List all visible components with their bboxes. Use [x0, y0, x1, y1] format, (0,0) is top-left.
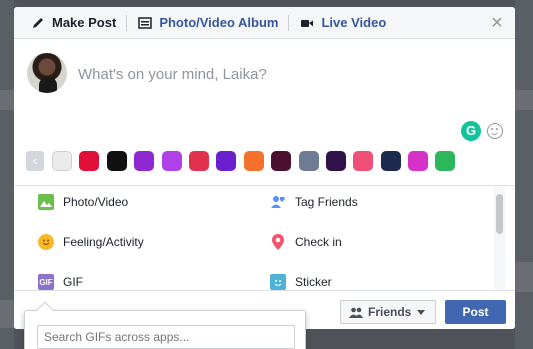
avatar	[27, 53, 67, 93]
tab-divider	[288, 14, 290, 31]
audience-selector-button[interactable]: Friends	[340, 300, 436, 324]
gif-search-popover	[24, 301, 306, 349]
option-tag-friends[interactable]: Tag Friends	[270, 194, 358, 210]
background-swatch[interactable]	[134, 151, 155, 171]
option-label: Photo/Video	[63, 195, 129, 209]
background-swatches: ‹	[26, 151, 463, 171]
chevron-down-icon	[417, 309, 426, 315]
option-label: GIF	[63, 275, 83, 289]
background-swatch[interactable]	[353, 151, 374, 171]
tab-label: Live Video	[321, 15, 387, 30]
tab-label: Make Post	[52, 15, 117, 30]
pencil-icon	[30, 15, 46, 31]
option-label: Sticker	[295, 275, 332, 289]
background-block	[0, 300, 14, 328]
compose-area[interactable]: What's on your mind, Laika?	[14, 39, 515, 149]
option-label: Feeling/Activity	[63, 235, 144, 249]
background-swatch[interactable]	[216, 151, 237, 171]
status-input[interactable]: What's on your mind, Laika?	[78, 66, 267, 83]
option-sticker[interactable]: Sticker	[270, 274, 332, 290]
background-swatch[interactable]	[106, 151, 127, 171]
tab-photo-video-album[interactable]: Photo/Video Album	[131, 7, 284, 39]
option-gif[interactable]: GIF GIF	[38, 274, 83, 290]
live-video-icon	[299, 15, 315, 31]
composer-options: Photo/Video Tag Friends Feeling/Activity…	[14, 185, 515, 291]
tab-divider	[126, 14, 128, 31]
emoji-icon[interactable]	[487, 123, 503, 139]
background-swatch[interactable]	[271, 151, 292, 171]
background-swatch[interactable]	[380, 151, 401, 171]
option-photo-video[interactable]: Photo/Video	[38, 194, 128, 210]
background-swatch[interactable]	[188, 151, 209, 171]
checkin-icon	[270, 234, 286, 250]
background-swatch[interactable]	[52, 151, 72, 171]
background-swatch[interactable]	[298, 151, 319, 171]
background-swatch[interactable]	[161, 151, 182, 171]
background-right-strip	[515, 0, 533, 349]
gif-search-input[interactable]	[37, 325, 295, 349]
background-swatch[interactable]	[435, 151, 456, 171]
background-left-strip	[0, 0, 14, 349]
background-swatch[interactable]	[408, 151, 429, 171]
post-composer-dialog: Make Post Photo/Video Album Live Video ×…	[14, 7, 515, 329]
background-block	[515, 262, 533, 292]
sticker-icon	[270, 274, 286, 290]
background-swatch[interactable]	[79, 151, 100, 171]
background-block	[515, 90, 533, 110]
option-check-in[interactable]: Check in	[270, 234, 342, 250]
close-icon[interactable]: ×	[489, 13, 505, 33]
option-label: Check in	[295, 235, 342, 249]
background-swatch[interactable]	[325, 151, 346, 171]
gif-icon: GIF	[38, 274, 54, 290]
option-label: Tag Friends	[295, 195, 358, 209]
composer-tabs: Make Post Photo/Video Album Live Video ×	[14, 7, 515, 39]
audience-label: Friends	[368, 305, 412, 319]
option-feeling-activity[interactable]: Feeling/Activity	[38, 234, 144, 250]
tag-friends-icon	[270, 194, 286, 210]
scrollbar[interactable]	[496, 194, 503, 234]
background-block	[0, 90, 14, 110]
swatch-collapse-icon[interactable]: ‹	[26, 151, 44, 171]
feeling-icon	[38, 234, 54, 250]
tab-live-video[interactable]: Live Video	[293, 7, 392, 39]
photo-icon	[38, 194, 54, 210]
tab-label: Photo/Video Album	[159, 15, 279, 30]
album-icon	[137, 15, 153, 31]
grammarly-icon[interactable]: G	[461, 121, 481, 141]
post-button[interactable]: Post	[445, 300, 506, 324]
background-swatch[interactable]	[243, 151, 264, 171]
friends-icon	[349, 307, 363, 318]
tab-make-post[interactable]: Make Post	[24, 7, 122, 39]
